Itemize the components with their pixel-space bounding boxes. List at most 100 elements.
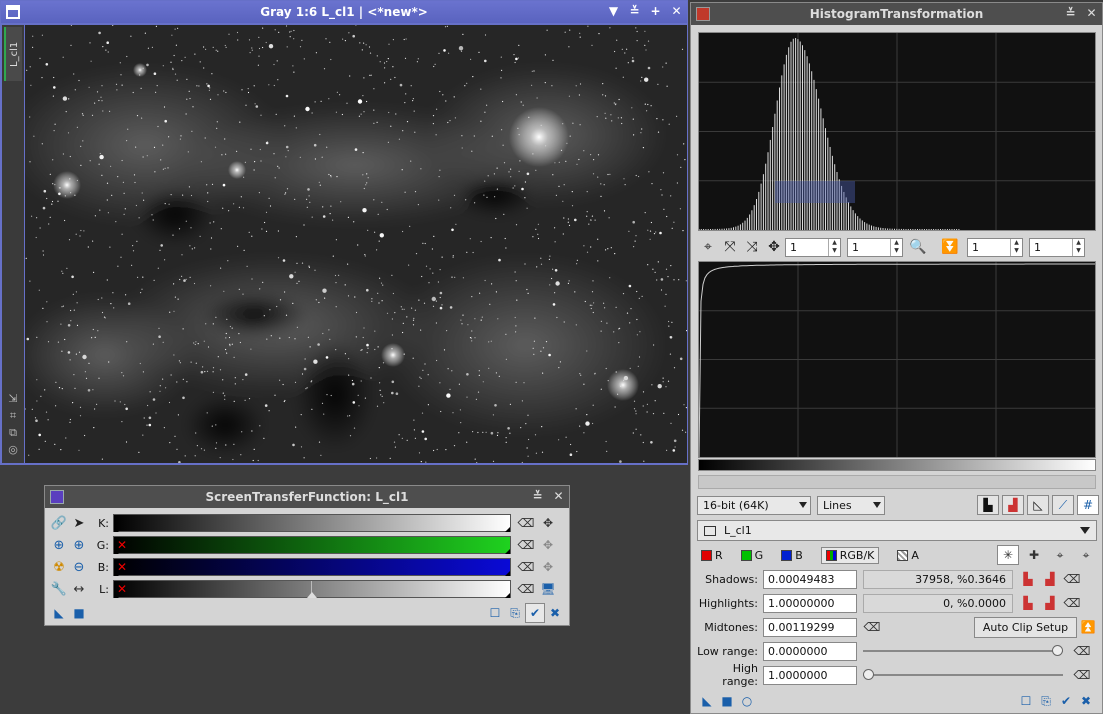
shade-down-icon[interactable]: ▼ xyxy=(607,4,620,19)
reset-all-icon[interactable]: ✖ xyxy=(545,603,565,623)
channel-alpha[interactable]: A xyxy=(897,549,919,562)
stf-b-slider[interactable]: ✕ xyxy=(113,558,511,576)
reset-midtones-icon[interactable]: ⌫ xyxy=(861,617,883,637)
maximize-icon[interactable]: + xyxy=(649,4,662,19)
radiation-icon[interactable]: ☢ xyxy=(49,557,69,577)
clone-icon[interactable]: ⧉ xyxy=(6,426,20,440)
channel-rgbk[interactable]: RGB/K xyxy=(820,546,880,564)
channel-r[interactable]: R xyxy=(701,549,723,562)
midtones-input[interactable]: 0.00119299 xyxy=(763,617,857,637)
stf-g-slider[interactable]: ✕ xyxy=(113,536,511,554)
h-zoom-spinner-top[interactable]: 1 ▲ ▼ xyxy=(785,237,841,257)
histogram-titlebar[interactable]: HistogramTransformation ≚ ✕ xyxy=(691,3,1102,25)
crop-icon[interactable]: ⌗ xyxy=(6,409,20,423)
output-histogram-plot[interactable] xyxy=(698,261,1096,458)
input-histogram-plot[interactable] xyxy=(698,32,1096,231)
target-image-select[interactable]: L_cl1 xyxy=(697,520,1097,541)
shadows-clip-histogram-icon[interactable]: ▙ xyxy=(1017,569,1039,589)
shadows-input[interactable]: 0.00049483 xyxy=(763,569,857,589)
wrench-icon[interactable]: 🔧 xyxy=(49,579,69,599)
stf-k-slider[interactable] xyxy=(113,514,511,532)
shade-icon[interactable]: ≚ xyxy=(1064,6,1077,21)
channel-g[interactable]: G xyxy=(740,549,763,562)
auto-clip-setup-button[interactable]: Auto Clip Setup xyxy=(974,616,1077,638)
target-icon[interactable]: ◎ xyxy=(6,443,20,457)
reset-low-range-icon[interactable]: ⌫ xyxy=(1071,641,1093,661)
image-canvas[interactable] xyxy=(25,25,687,463)
horizontal-arrows-icon[interactable]: ↔ xyxy=(69,579,89,599)
image-window-titlebar[interactable]: Gray 1:6 L_cl1 | <*new*> ▼ ≚ + ✕ xyxy=(1,1,687,23)
horizontal-scrollbar[interactable] xyxy=(698,475,1096,489)
browse-documentation-icon[interactable]: ☐ xyxy=(1016,691,1036,711)
new-instance-icon[interactable]: ◣ xyxy=(49,603,69,623)
v-zoom-spinner-bottom[interactable]: 1 ▲ ▼ xyxy=(1029,237,1085,257)
auto-stretch-icon[interactable]: ✥ xyxy=(539,536,557,554)
stf-l-slider[interactable]: ✕ xyxy=(113,580,511,598)
pan-icon[interactable]: ✥ xyxy=(763,237,785,257)
monitor-icon[interactable]: 🖥 xyxy=(539,580,557,598)
new-instance-icon[interactable]: ◣ xyxy=(697,691,717,711)
apply-global-icon[interactable]: ■ xyxy=(69,603,89,623)
reset-high-range-icon[interactable]: ⌫ xyxy=(1071,665,1093,685)
move-midtone-icon[interactable]: ⌖ xyxy=(1049,545,1071,565)
view-tab[interactable]: L_cl1 xyxy=(4,27,22,81)
reset-highlights-icon[interactable]: ⌫ xyxy=(1061,593,1083,613)
zoom-out-icon[interactable]: ⊖ xyxy=(69,557,89,577)
highlights-auto-clip-icon[interactable]: ▟ xyxy=(1039,593,1061,613)
close-icon[interactable]: ✕ xyxy=(1085,6,1098,21)
reset-icon[interactable]: ⎘ xyxy=(1036,691,1056,711)
zoom-to-fit-icon[interactable]: ⌖ xyxy=(697,237,719,257)
rgb-histogram-icon[interactable]: ▟ xyxy=(1002,495,1024,515)
stf-titlebar[interactable]: ScreenTransferFunction: L_cl1 ≚ ✕ xyxy=(45,486,569,508)
high-range-input[interactable]: 1.0000000 xyxy=(763,665,857,685)
browse-documentation-icon[interactable]: ☐ xyxy=(485,603,505,623)
zoom-extents-icon[interactable]: ⤧ xyxy=(719,237,741,257)
reset-icon[interactable]: ⎘ xyxy=(505,603,525,623)
window-icon[interactable] xyxy=(6,5,20,19)
link-channels-icon[interactable]: 🔗 xyxy=(49,513,69,533)
h-zoom-spinner-bottom[interactable]: 1 ▲ ▼ xyxy=(967,237,1023,257)
v-zoom-spinner-top[interactable]: 1 ▲ ▼ xyxy=(847,237,903,257)
reset-all-icon[interactable]: ✖ xyxy=(1076,691,1096,711)
move-highlight-icon[interactable]: ⌖ xyxy=(1075,545,1097,565)
stf-process-icon[interactable] xyxy=(50,490,64,504)
minimize-icon[interactable]: ≚ xyxy=(628,4,641,19)
low-range-slider[interactable] xyxy=(863,645,1063,656)
reset-channel-icon[interactable]: ⌫ xyxy=(517,514,535,532)
close-icon[interactable]: ✕ xyxy=(552,489,565,504)
chevron-down-icon[interactable]: ⏬ xyxy=(939,237,961,257)
close-icon[interactable]: ✕ xyxy=(670,4,683,19)
reset-channel-icon[interactable]: ⌫ xyxy=(517,536,535,554)
reset-channel-icon[interactable]: ⌫ xyxy=(517,558,535,576)
shadows-auto-clip-icon[interactable]: ▟ xyxy=(1039,569,1061,589)
highlights-input[interactable]: 1.00000000 xyxy=(763,593,857,613)
zoom-in-icon[interactable]: ⊕ xyxy=(49,535,69,555)
auto-stretch-icon[interactable]: ✥ xyxy=(539,514,557,532)
channel-b[interactable]: B xyxy=(781,549,803,562)
shade-icon[interactable]: ≚ xyxy=(531,489,544,504)
magnifier-icon[interactable]: 🔍 xyxy=(907,237,929,257)
pointer-icon[interactable]: ➤ xyxy=(69,513,89,533)
reset-channel-icon[interactable]: ⌫ xyxy=(517,580,535,598)
pin-icon[interactable]: ⇲ xyxy=(6,392,20,406)
auto-stretch-icon[interactable]: ✥ xyxy=(539,558,557,576)
apply-check-icon[interactable]: ✔ xyxy=(525,603,545,623)
bit-depth-select[interactable]: 16-bit (64K) xyxy=(697,495,811,515)
apply-global-icon[interactable]: ■ xyxy=(717,691,737,711)
curve-icon[interactable]: ⟋ xyxy=(1052,495,1074,515)
graph-style-select[interactable]: Lines xyxy=(817,495,885,515)
highlights-clip-histogram-icon[interactable]: ▙ xyxy=(1017,593,1039,613)
apply-check-icon[interactable]: ✔ xyxy=(1056,691,1076,711)
zoom-reset-icon[interactable]: ⤨ xyxy=(741,237,763,257)
zoom-in-icon-2[interactable]: ⊕ xyxy=(69,535,89,555)
reset-shadows-icon[interactable]: ⌫ xyxy=(1061,569,1083,589)
real-time-preview-icon[interactable]: ○ xyxy=(737,691,757,711)
auto-zero-shadows-icon[interactable]: ⏫ xyxy=(1077,617,1099,637)
histogram-process-icon[interactable] xyxy=(696,7,710,21)
move-shadow-icon[interactable]: ✚ xyxy=(1023,545,1045,565)
transfer-gradient-bar[interactable] xyxy=(698,459,1096,471)
low-range-input[interactable]: 0.0000000 xyxy=(763,641,857,661)
grid-icon[interactable]: # xyxy=(1077,495,1099,515)
cursor-crosshair-icon[interactable]: ✳ xyxy=(997,545,1019,565)
cumulative-icon[interactable]: ◺ xyxy=(1027,495,1049,515)
